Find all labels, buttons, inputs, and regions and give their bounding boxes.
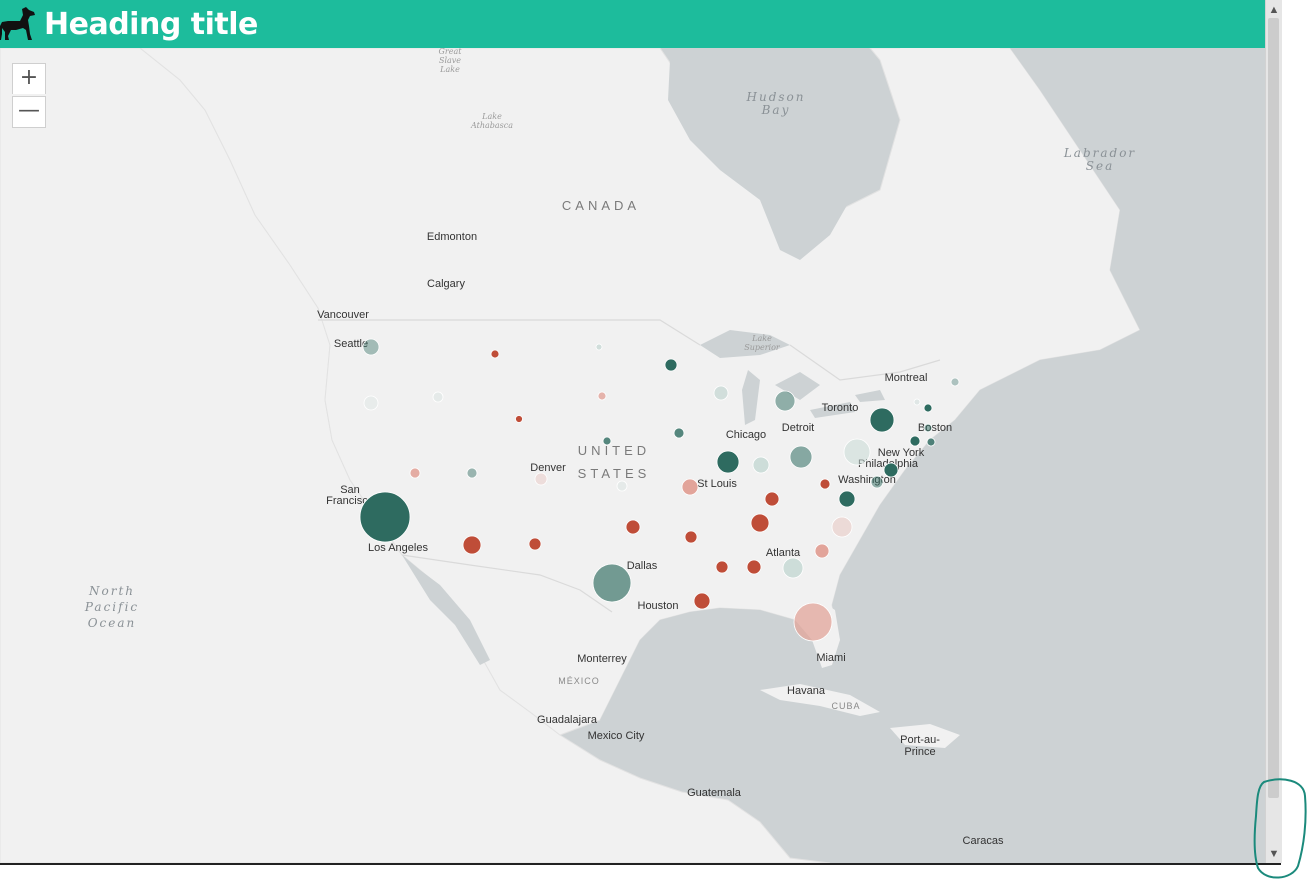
map-marker[interactable] (843, 438, 871, 466)
map-marker[interactable] (793, 602, 833, 642)
map-marker[interactable] (764, 491, 780, 507)
map-marker[interactable] (664, 358, 678, 372)
map-marker[interactable] (838, 490, 856, 508)
chevron-up-icon[interactable]: ▲ (1266, 2, 1282, 18)
map-marker[interactable] (616, 480, 628, 492)
map-marker[interactable] (592, 563, 632, 603)
zoom-out-button[interactable]: — (12, 96, 46, 128)
map-marker[interactable] (909, 435, 921, 447)
map-marker[interactable] (923, 403, 933, 413)
map-app: Hudson Bay Labrador Sea North Pacific Ocean Gre… (0, 0, 1265, 863)
app-header: Heading title (0, 0, 1265, 48)
map-marker[interactable] (359, 491, 411, 543)
map-marker[interactable] (752, 456, 770, 474)
map-marker[interactable] (750, 513, 770, 533)
map-marker[interactable] (362, 338, 380, 356)
vertical-scrollbar[interactable]: ▲ ▼ (1265, 0, 1282, 863)
map-marker[interactable] (913, 398, 921, 406)
map-marker[interactable] (950, 377, 960, 387)
mexico-label: MÉXICO (558, 676, 600, 686)
map-marker[interactable] (515, 415, 523, 423)
map-marker[interactable] (534, 472, 548, 486)
city-label-denver: Denver (530, 462, 566, 474)
map-marker[interactable] (595, 343, 603, 351)
map-marker[interactable] (363, 395, 379, 411)
city-label-edmonton: Edmonton (427, 231, 477, 243)
map-marker[interactable] (869, 407, 895, 433)
map-marker[interactable] (466, 467, 478, 479)
map-marker[interactable] (774, 390, 796, 412)
map-marker[interactable] (625, 519, 641, 535)
city-label-havana: Havana (787, 685, 826, 697)
cuba-label: CUBA (831, 701, 860, 711)
annotation-circle (1253, 778, 1307, 879)
city-label-chicago: Chicago (726, 429, 766, 441)
city-label-los-angeles: Los Angeles (368, 542, 428, 554)
great-slave-lake-label: Great Slave Lake (439, 47, 463, 74)
map-marker[interactable] (681, 478, 699, 496)
city-label-houston: Houston (638, 600, 679, 612)
map-marker[interactable] (693, 592, 711, 610)
city-label-port-au-prince: Port-au-Prince (900, 734, 940, 758)
city-label-st-louis: St Louis (697, 478, 737, 490)
map-marker[interactable] (716, 450, 740, 474)
city-label-atlanta: Atlanta (766, 547, 801, 559)
map-marker[interactable] (409, 467, 421, 479)
map-marker[interactable] (831, 516, 853, 538)
page-title: Heading title (44, 6, 258, 42)
canada-label: CANADA (562, 198, 640, 213)
map-marker[interactable] (432, 391, 444, 403)
map-marker[interactable] (462, 535, 482, 555)
city-label-dallas: Dallas (627, 560, 658, 572)
map-marker[interactable] (673, 427, 685, 439)
map-marker[interactable] (684, 530, 698, 544)
map-marker[interactable] (782, 557, 804, 579)
city-label-montreal: Montreal (885, 372, 928, 384)
city-label-caracas: Caracas (963, 835, 1004, 847)
city-label-guatemala: Guatemala (687, 787, 742, 799)
city-label-monterrey: Monterrey (577, 653, 627, 665)
map-marker[interactable] (597, 391, 607, 401)
map-marker[interactable] (746, 559, 762, 575)
city-label-mexico-city: Mexico City (588, 730, 645, 742)
map-marker[interactable] (490, 349, 500, 359)
city-label-detroit: Detroit (782, 422, 814, 434)
map-marker[interactable] (814, 543, 830, 559)
city-label-boston: Boston (918, 422, 952, 434)
bottom-border (0, 863, 1281, 865)
map-marker[interactable] (528, 537, 542, 551)
map-marker[interactable] (602, 436, 612, 446)
city-label-guadalajara: Guadalajara (537, 714, 598, 726)
map-marker[interactable] (926, 437, 936, 447)
map-marker[interactable] (819, 478, 831, 490)
map-marker[interactable] (789, 445, 813, 469)
dog-icon (0, 7, 35, 40)
map-marker[interactable] (715, 560, 729, 574)
map-canvas[interactable]: Hudson BayLabrador SeaNorth Pacific OceanGre… (0, 0, 1265, 863)
city-label-vancouver: Vancouver (317, 309, 369, 321)
map-marker[interactable] (883, 462, 899, 478)
city-label-miami: Miami (816, 652, 845, 664)
zoom-in-button[interactable]: + (12, 63, 46, 94)
map-marker[interactable] (870, 475, 884, 489)
north-pacific-ocean-label: North Pacific Ocean (84, 584, 139, 630)
map-marker[interactable] (713, 385, 729, 401)
city-label-calgary: Calgary (427, 278, 465, 290)
scroll-thumb[interactable] (1268, 18, 1279, 798)
city-label-toronto: Toronto (822, 402, 859, 414)
map-marker[interactable] (923, 423, 933, 433)
